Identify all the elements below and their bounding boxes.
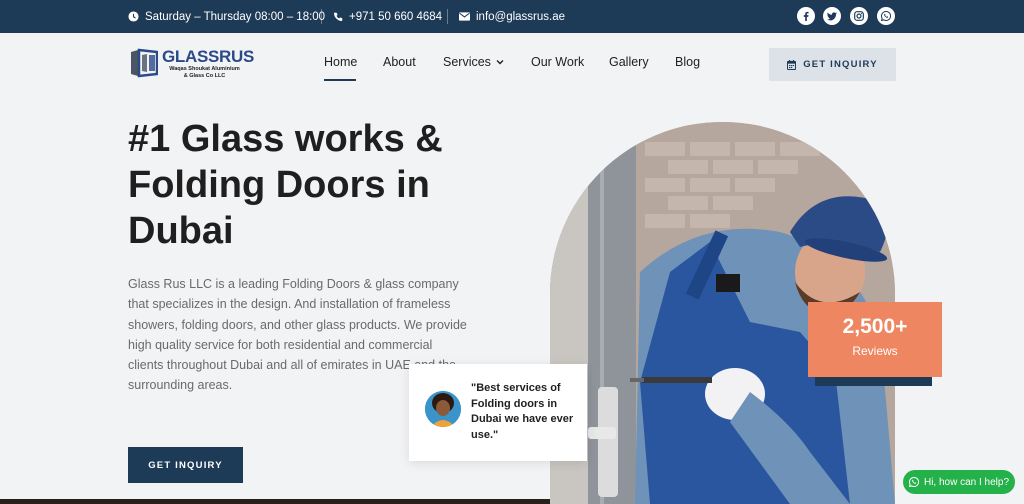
logo-brand: GLASSRUS xyxy=(162,47,255,66)
nav-services[interactable]: Services xyxy=(443,55,504,69)
nav-our-work-label: Our Work xyxy=(531,55,585,69)
nav-home-label: Home xyxy=(324,55,358,69)
hours-text: Saturday – Thursday 08:00 – 18:00 xyxy=(145,10,326,23)
top-bar: Saturday – Thursday 08:00 – 18:00 +971 5… xyxy=(0,0,1024,33)
whatsapp-chat-label: Hi, how can I help? xyxy=(923,476,1010,488)
nav-blog[interactable]: Blog xyxy=(675,55,700,69)
twitter-icon[interactable] xyxy=(823,7,841,25)
site-header: GLASSRUS Waqas Shoukat Aluminium & Glass… xyxy=(0,33,1024,93)
nav-gallery[interactable]: Gallery xyxy=(609,55,649,69)
nav-about[interactable]: About xyxy=(383,55,416,69)
nav-blog-label: Blog xyxy=(675,55,701,69)
facebook-icon[interactable] xyxy=(797,7,815,25)
phone-text: +971 50 660 4684 xyxy=(349,10,443,23)
nav-services-label: Services xyxy=(443,55,491,69)
logo[interactable]: GLASSRUS Waqas Shoukat Aluminium & Glass… xyxy=(130,48,254,79)
whatsapp-icon[interactable] xyxy=(877,7,895,25)
reviews-count: 2,500+ xyxy=(842,315,908,338)
hero-title: #1 Glass works & Folding Doors in Dubai xyxy=(128,118,443,252)
nav-home[interactable]: Home xyxy=(324,55,357,69)
logo-mark-icon xyxy=(130,48,159,78)
instagram-icon[interactable] xyxy=(850,7,868,25)
testimonial-quote: "Best services of Folding doors in Dubai… xyxy=(471,382,574,441)
email-text: info@glassrus.ae xyxy=(476,10,566,23)
section-bottom-edge xyxy=(0,499,550,504)
reviews-badge: 2,500+ Reviews xyxy=(808,302,942,377)
testimonial-card: "Best services of Folding doors in Dubai… xyxy=(409,364,587,461)
hero-get-inquiry-label: GET INQUIRY xyxy=(148,459,223,471)
clock-icon xyxy=(128,11,139,22)
calendar-icon xyxy=(787,59,797,70)
logo-sub-line: Waqas Shoukat Aluminium xyxy=(169,66,240,72)
chevron-down-icon xyxy=(496,60,504,65)
divider xyxy=(321,9,322,24)
reviews-label: Reviews xyxy=(852,344,898,358)
nav-about-label: About xyxy=(383,55,416,69)
customer-avatar xyxy=(425,391,461,427)
nav-our-work[interactable]: Our Work xyxy=(531,55,584,69)
phone-icon xyxy=(333,12,343,21)
whatsapp-chat-button[interactable]: Hi, how can I help? xyxy=(903,470,1015,494)
nav-gallery-label: Gallery xyxy=(609,55,649,69)
envelope-icon xyxy=(459,12,470,21)
get-inquiry-button[interactable]: GET INQUIRY xyxy=(769,48,896,81)
nav-active-indicator xyxy=(324,79,356,81)
logo-sub-line: & Glass Co LLC xyxy=(183,72,226,79)
whatsapp-icon xyxy=(908,477,919,487)
phone-info[interactable]: +971 50 660 4684 xyxy=(333,0,442,33)
hero-get-inquiry-button[interactable]: GET INQUIRY xyxy=(128,447,243,483)
divider xyxy=(447,9,448,24)
get-inquiry-label: GET INQUIRY xyxy=(803,59,878,70)
hours-info: Saturday – Thursday 08:00 – 18:00 xyxy=(128,0,325,33)
email-info[interactable]: info@glassrus.ae xyxy=(459,0,565,33)
